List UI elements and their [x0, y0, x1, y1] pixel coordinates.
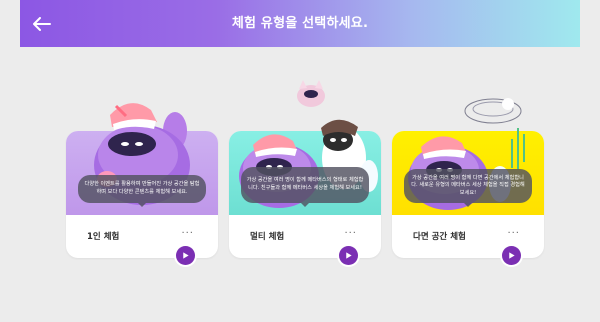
card-multiscreen-label: 다면 공간 체험: [413, 232, 466, 242]
card-solo-more-button[interactable]: ···: [181, 229, 194, 239]
card-multi-more-button[interactable]: ···: [344, 229, 357, 239]
header-bar: 체험 유형을 선택하세요.: [20, 0, 580, 47]
speech-tail: [301, 203, 309, 207]
card-multiscreen-description: 가상 공간을 여러 명이 함께 다면 공간에서 체험합니다. 새로운 유형의 메…: [404, 169, 532, 207]
page-title: 체험 유형을 선택하세요.: [231, 16, 369, 31]
card-solo-description-text: 다양한 이벤트를 활용하여 만들어진 가상 공간을 탐험하며 보다 다양한 콘텐…: [84, 181, 200, 195]
card-solo-experience[interactable]: 다양한 이벤트를 활용하여 만들어진 가상 공간을 탐험하며 보다 다양한 콘텐…: [66, 103, 218, 265]
speech-tail: [138, 203, 146, 207]
card-multi-image: 가상 공간을 여러 명이 함께 메타버스의 형태로 체험합니다. 친구들과 함께…: [229, 80, 381, 215]
card-multi-experience[interactable]: 가상 공간을 여러 명이 함께 메타버스의 형태로 체험합니다. 친구들과 함께…: [229, 80, 381, 265]
card-solo-label: 1인 체험: [87, 232, 120, 242]
card-multiscreen-play-button[interactable]: [502, 246, 521, 265]
card-multiscreen-experience[interactable]: 가상 공간을 여러 명이 함께 다면 공간에서 체험합니다. 새로운 유형의 메…: [392, 98, 544, 265]
card-multiscreen-more-button[interactable]: ···: [507, 229, 520, 239]
card-solo-play-button[interactable]: [176, 246, 195, 265]
play-icon: [346, 252, 352, 259]
screen: 체험 유형을 선택하세요. 다양한 이벤트를 활용하여 만들어진 가상 공간을 …: [0, 0, 600, 322]
card-solo-description: 다양한 이벤트를 활용하여 만들어진 가상 공간을 탐험하며 보다 다양한 콘텐…: [78, 175, 206, 207]
card-multi-play-button[interactable]: [339, 246, 358, 265]
play-icon: [509, 252, 515, 259]
card-multi-label: 멀티 체험: [250, 232, 285, 242]
speech-tail: [464, 203, 472, 207]
card-multiscreen-image: 가상 공간을 여러 명이 함께 다면 공간에서 체험합니다. 새로운 유형의 메…: [392, 98, 544, 215]
card-multi-description: 가상 공간을 여러 명이 함께 메타버스의 형태로 체험합니다. 친구들과 함께…: [241, 167, 369, 207]
card-solo-image: 다양한 이벤트를 활용하여 만들어진 가상 공간을 탐험하며 보다 다양한 콘텐…: [66, 103, 218, 215]
card-multi-description-text: 가상 공간을 여러 명이 함께 메타버스의 형태로 체험합니다. 친구들과 함께…: [246, 177, 364, 191]
card-multiscreen-description-text: 가상 공간을 여러 명이 함께 다면 공간에서 체험합니다. 새로운 유형의 메…: [411, 174, 525, 196]
play-icon: [183, 252, 189, 259]
